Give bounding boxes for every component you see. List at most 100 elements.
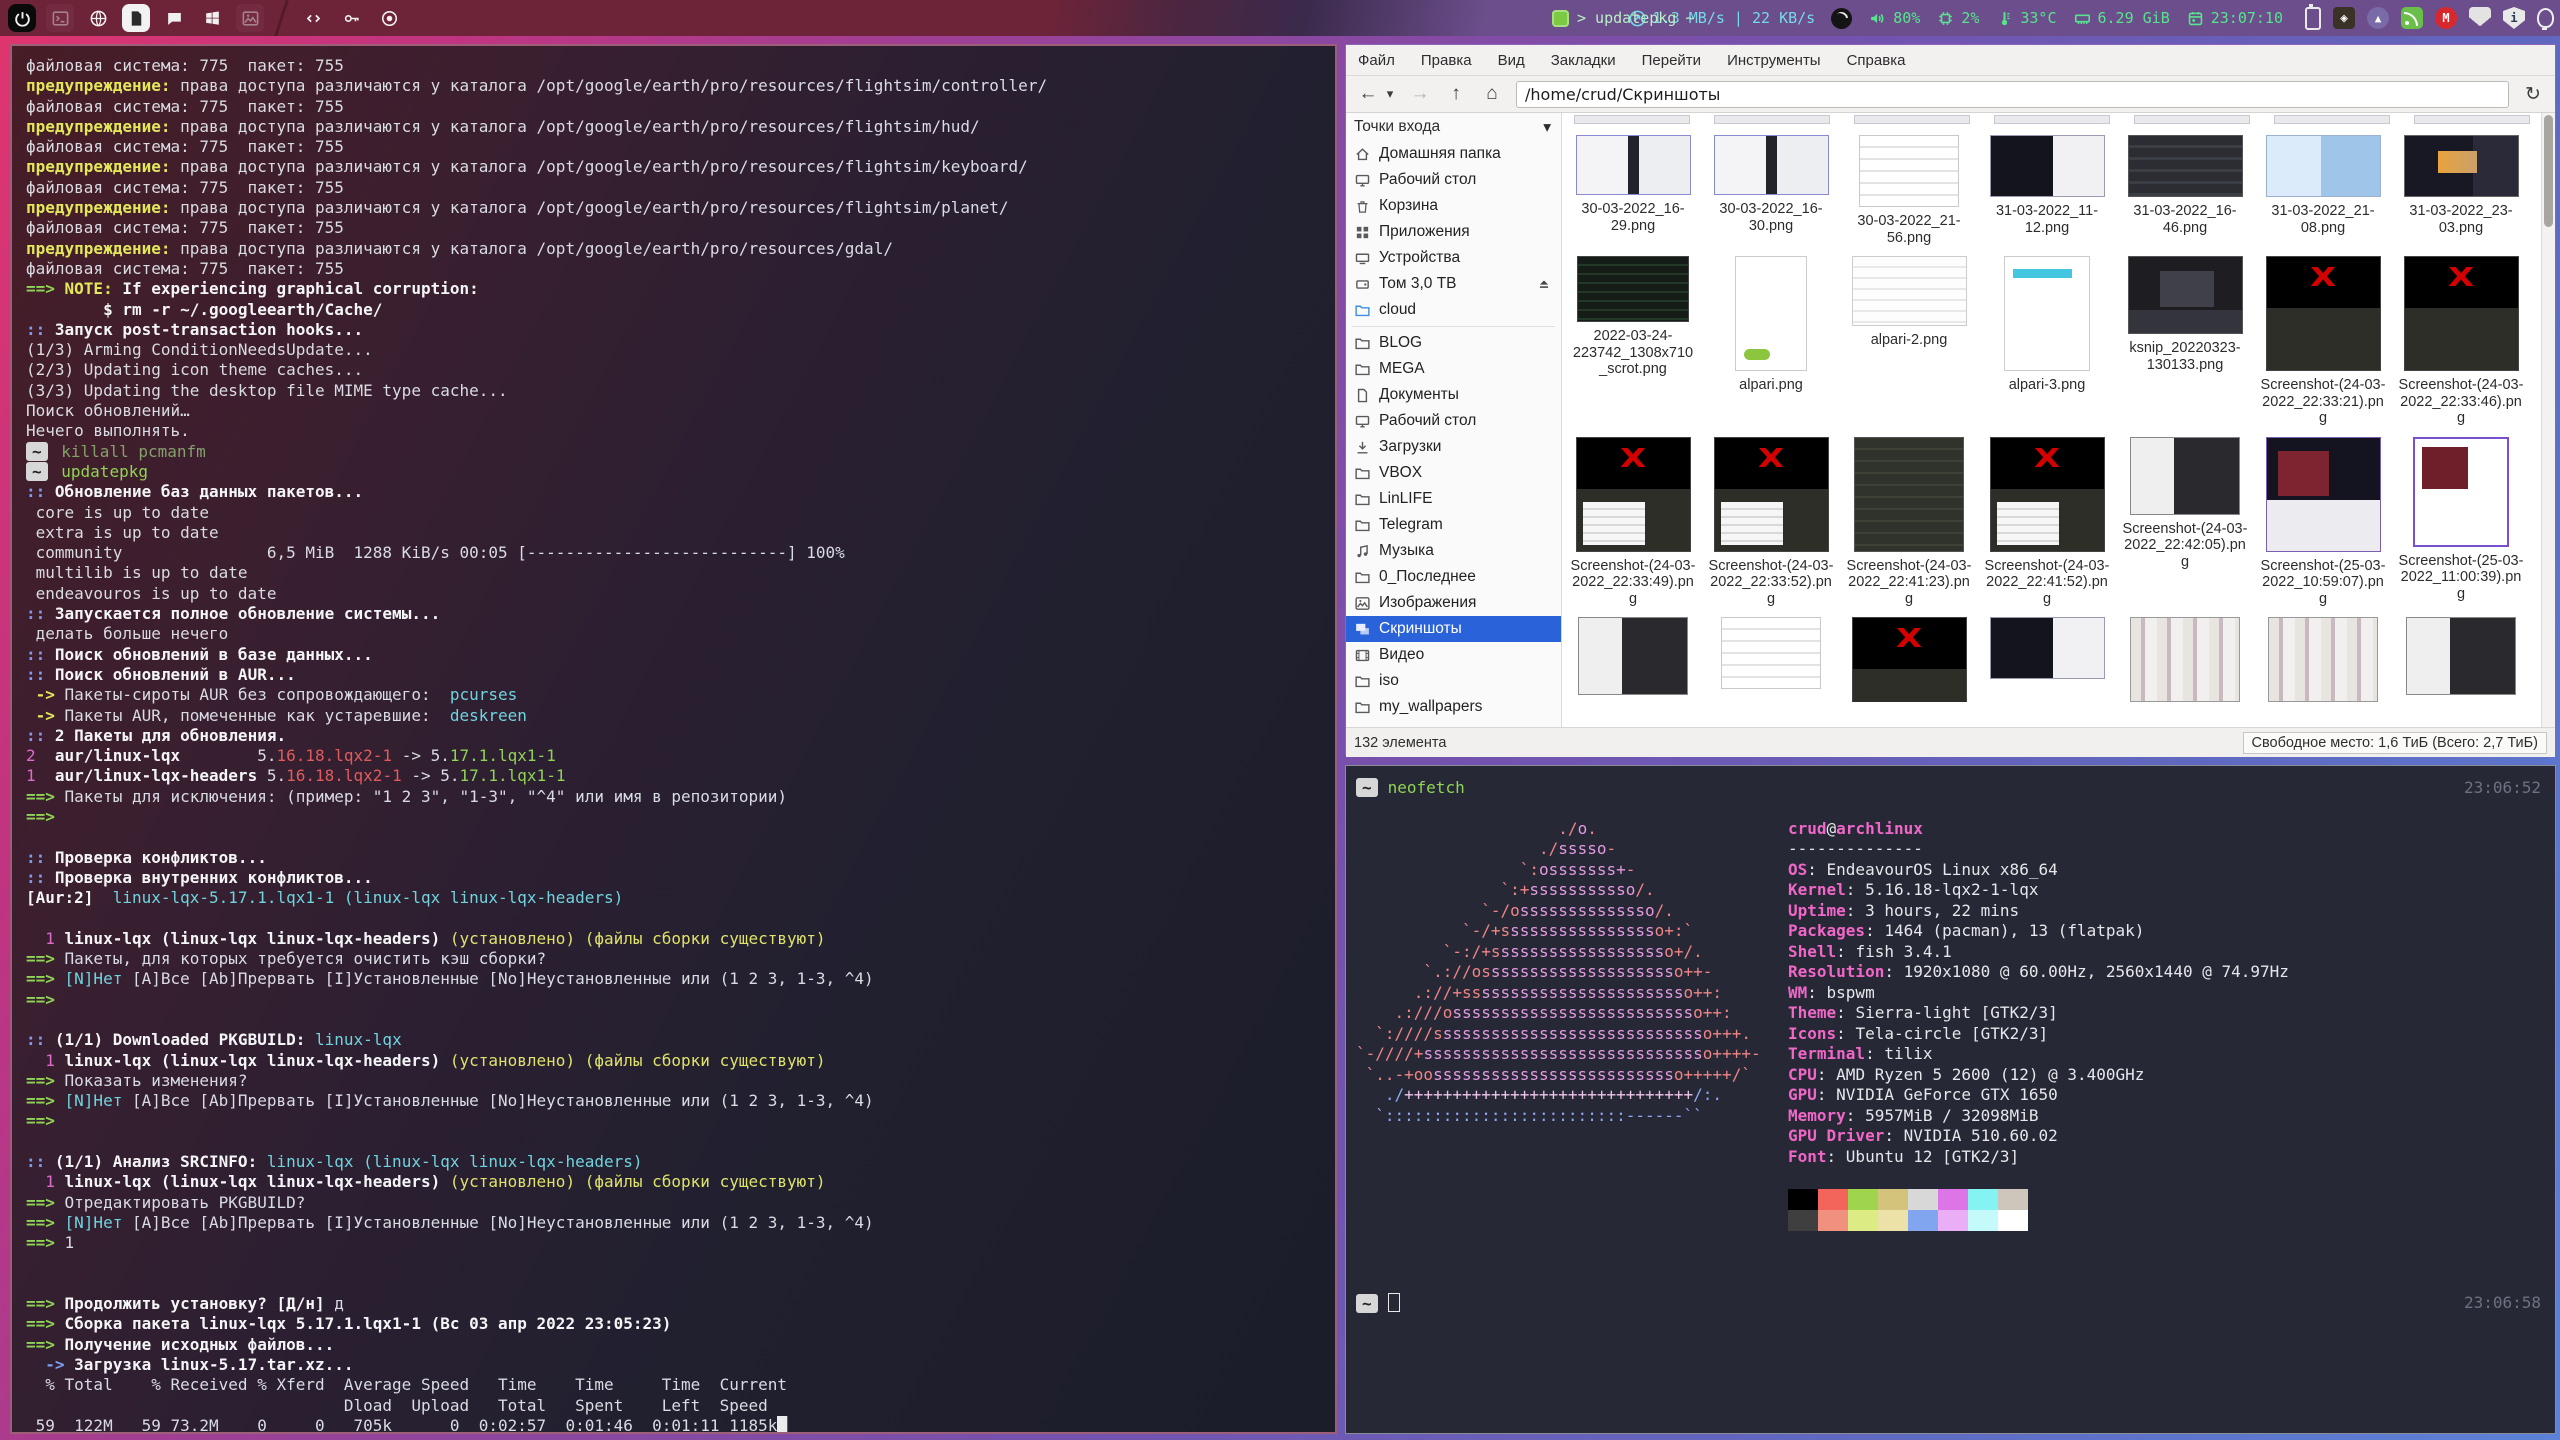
reload-button[interactable]: ↻ xyxy=(2521,83,2545,106)
file-item[interactable] xyxy=(2254,607,2392,702)
menu-item-Перейти[interactable]: Перейти xyxy=(1642,52,1701,69)
sidebar-item-label: Том 3,0 ТВ xyxy=(1379,275,1457,293)
file-item[interactable] xyxy=(1564,607,1702,702)
workspace-record-icon[interactable] xyxy=(375,4,403,32)
file-item[interactable]: alpari-2.png xyxy=(1840,246,1978,427)
file-item[interactable]: Screenshot-(24-03-2022_22:33:49).png xyxy=(1564,427,1702,608)
workspace-code-icon[interactable] xyxy=(299,4,327,32)
sidebar-item-Рабочий стол[interactable]: Рабочий стол xyxy=(1346,408,1561,434)
menu-item-Правка[interactable]: Правка xyxy=(1421,52,1472,69)
sidebar-item-LinLIFE[interactable]: LinLIFE xyxy=(1346,486,1561,512)
workspace-power-icon[interactable] xyxy=(8,4,36,32)
file-item[interactable] xyxy=(1702,607,1840,702)
file-item[interactable] xyxy=(1978,607,2116,702)
sidebar-item-Том 3,0 ТВ[interactable]: Том 3,0 ТВ xyxy=(1346,271,1561,297)
workspace-image-icon[interactable] xyxy=(236,4,264,32)
sidebar-item-Музыка[interactable]: Музыка xyxy=(1346,538,1561,564)
workspace-chat-icon[interactable] xyxy=(160,4,188,32)
file-item[interactable]: 31-03-2022_23-03.png xyxy=(2392,125,2530,246)
file-item[interactable]: Screenshot-(25-03-2022_11:00:39).png xyxy=(2392,427,2530,608)
file-item[interactable]: Screenshot-(24-03-2022_22:42:05).png xyxy=(2116,427,2254,608)
file-item[interactable]: 30-03-2022_21-56.png xyxy=(1840,125,1978,246)
sidebar-item-BLOG[interactable]: BLOG xyxy=(1346,330,1561,356)
file-item[interactable] xyxy=(1840,607,1978,702)
file-item[interactable]: 30-03-2022_16-30.png xyxy=(1702,125,1840,246)
file-item[interactable]: Screenshot-(25-03-2022_10:59:07).png xyxy=(2254,427,2392,608)
launcher-orb-icon[interactable] xyxy=(1831,8,1852,29)
file-item[interactable]: 2022-03-24-223742_1308x710_scrot.png xyxy=(1564,246,1702,427)
file-item[interactable]: ksnip_20220323-130133.png xyxy=(2116,246,2254,427)
sidebar-item-Рабочий стол[interactable]: Рабочий стол xyxy=(1346,167,1561,193)
tray-usb-icon[interactable] xyxy=(2305,7,2321,30)
file-item[interactable]: Screenshot-(24-03-2022_22:33:52).png xyxy=(1702,427,1840,608)
sidebar-item-Устройства[interactable]: Устройства xyxy=(1346,245,1561,271)
sidebar-item-Изображения[interactable]: Изображения xyxy=(1346,590,1561,616)
terminal-window-neofetch[interactable]: ~neofetch 23:06:52 ./o. ./sssso- `:ossss… xyxy=(1345,765,2556,1434)
forward-button[interactable]: → xyxy=(1408,83,1432,105)
sidebar-item-Telegram[interactable]: Telegram xyxy=(1346,512,1561,538)
sidebar-item-Скриншоты[interactable]: Скриншоты xyxy=(1346,616,1561,642)
palette-swatch xyxy=(1788,1189,1818,1210)
menu-item-Файл[interactable]: Файл xyxy=(1358,52,1395,69)
file-item[interactable]: 30-03-2022_16-29.png xyxy=(1564,125,1702,246)
sidebar-item-cloud[interactable]: cloud xyxy=(1346,297,1561,323)
tray-updates-icon[interactable]: ▲ xyxy=(2367,7,2389,29)
workspace-key-icon[interactable] xyxy=(337,4,365,32)
file-item[interactable]: Screenshot-(24-03-2022_22:41:52).png xyxy=(1978,427,2116,608)
sidebar-item-my_wallpapers[interactable]: my_wallpapers xyxy=(1346,694,1561,720)
sidebar-item-Домашняя папка[interactable]: Домашняя папка xyxy=(1346,141,1561,167)
terminal-line: (2/3) Updating icon theme caches... xyxy=(26,360,1321,380)
workspace-browser-icon[interactable] xyxy=(84,4,112,32)
up-button[interactable]: ↑ xyxy=(1444,83,1468,105)
sidebar-item-MEGA[interactable]: MEGA xyxy=(1346,356,1561,382)
tray-lamp-icon[interactable] xyxy=(2537,8,2554,28)
workspace-terminal-icon[interactable] xyxy=(46,4,74,32)
tray-network-share-icon[interactable] xyxy=(2401,7,2423,29)
sidebar-item-0_Последнее[interactable]: 0_Последнее xyxy=(1346,564,1561,590)
file-item[interactable]: alpari.png xyxy=(1702,246,1840,427)
file-item[interactable]: alpari-3.png xyxy=(1978,246,2116,427)
history-dropdown-icon[interactable]: ▾ xyxy=(1384,86,1396,102)
file-item[interactable]: Screenshot-(24-03-2022_22:41:23).png xyxy=(1840,427,1978,608)
tray-shield-info-icon[interactable]: i xyxy=(2503,7,2525,29)
menu-item-Закладки[interactable]: Закладки xyxy=(1551,52,1616,69)
sidebar-item-VBOX[interactable]: VBOX xyxy=(1346,460,1561,486)
workspace-windows-icon[interactable] xyxy=(198,4,226,32)
file-item[interactable] xyxy=(2392,607,2530,702)
path-input[interactable] xyxy=(1516,81,2509,108)
tray-wifi-icon[interactable] xyxy=(2469,7,2491,29)
file-item[interactable] xyxy=(2116,607,2254,702)
eject-icon[interactable] xyxy=(1537,277,1551,291)
file-item[interactable]: 31-03-2022_16-46.png xyxy=(2116,125,2254,246)
menu-item-Справка[interactable]: Справка xyxy=(1847,52,1906,69)
terminal-line: файловая система: 775 пакет: 755 xyxy=(26,97,1321,117)
sidebar-item-Корзина[interactable]: Корзина xyxy=(1346,193,1561,219)
terminal-line: :: Обновление баз данных пакетов... xyxy=(26,482,1321,502)
scrollbar[interactable] xyxy=(2541,113,2555,727)
file-item[interactable]: 31-03-2022_21-08.png xyxy=(2254,125,2392,246)
scrollbar-thumb[interactable] xyxy=(2544,115,2553,227)
icon-view[interactable]: 30-03-2022_16-29.png30-03-2022_16-30.png… xyxy=(1562,113,2555,727)
places-header[interactable]: Точки входа ▾ xyxy=(1346,113,1561,141)
file-item[interactable]: 31-03-2022_11-12.png xyxy=(1978,125,2116,246)
tray-mega-icon[interactable]: M xyxy=(2435,7,2457,29)
prompt-line-2[interactable]: ~ 23:06:58 xyxy=(1356,1293,2545,1315)
menu-item-Инструменты[interactable]: Инструменты xyxy=(1727,52,1821,69)
clock-stat[interactable]: 23:07:10 xyxy=(2186,9,2283,28)
tray-keyboard-layout-icon[interactable]: ◈ xyxy=(2333,7,2355,29)
menu-item-Вид[interactable]: Вид xyxy=(1498,52,1525,69)
sidebar-item-Документы[interactable]: Документы xyxy=(1346,382,1561,408)
terminal-line: -> Загрузка linux-5.17.tar.xz... xyxy=(26,1355,1321,1375)
home-button[interactable]: ⌂ xyxy=(1480,83,1504,105)
back-button[interactable]: ← xyxy=(1356,83,1380,105)
file-item[interactable]: Screenshot-(24-03-2022_22:33:46).png xyxy=(2392,246,2530,427)
sidebar-item-iso[interactable]: iso xyxy=(1346,668,1561,694)
file-manager-window[interactable]: Файл Правка Вид Закладки Перейти Инструменты С… xyxy=(1345,44,2556,755)
volume-stat[interactable]: 80% xyxy=(1868,9,1920,28)
terminal-window-update[interactable]: файловая система: 775 пакет: 755предупре… xyxy=(10,44,1337,1434)
file-item[interactable]: Screenshot-(24-03-2022_22:33:21).png xyxy=(2254,246,2392,427)
workspace-file-icon[interactable] xyxy=(122,4,150,32)
sidebar-item-Загрузки[interactable]: Загрузки xyxy=(1346,434,1561,460)
sidebar-item-Приложения[interactable]: Приложения xyxy=(1346,219,1561,245)
sidebar-item-Видео[interactable]: Видео xyxy=(1346,642,1561,668)
